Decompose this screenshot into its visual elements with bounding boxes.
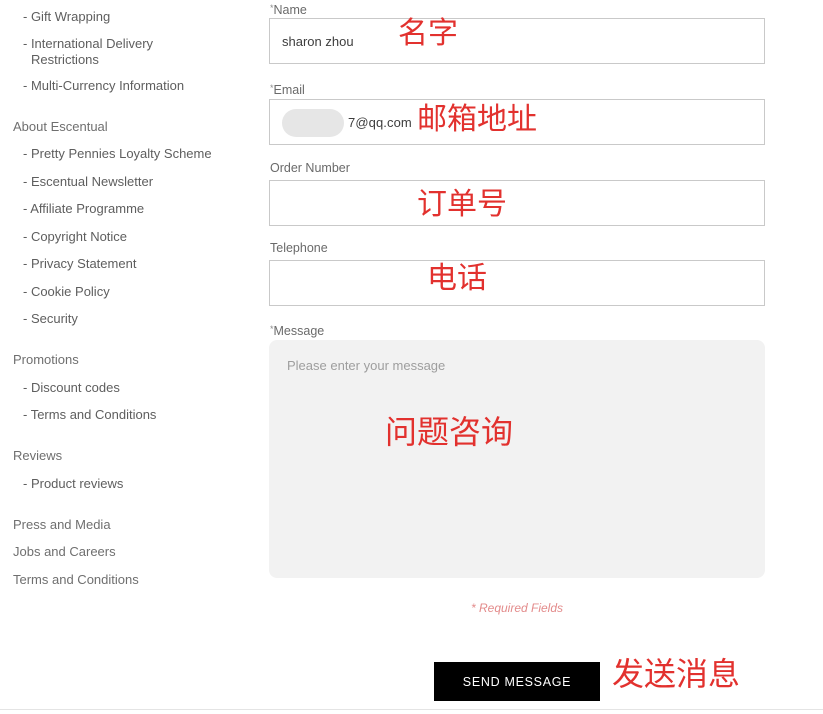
- annotation-send-button: 发送消息: [612, 655, 741, 693]
- field-label-text: Telephone: [270, 241, 328, 255]
- sidebar-heading-about-escentual[interactable]: About Escentual: [0, 119, 262, 135]
- field-label-text: Name: [273, 3, 307, 17]
- telephone-field[interactable]: [269, 260, 765, 306]
- sidebar-item-privacy-statement[interactable]: - Privacy Statement: [0, 256, 262, 272]
- field-label-text: Message: [273, 324, 325, 338]
- name-label: *Name: [270, 1, 307, 17]
- sidebar-item-multi-currency-information[interactable]: - Multi-Currency Information: [0, 78, 262, 94]
- sidebar-heading-press-and-media[interactable]: Press and Media: [0, 517, 262, 533]
- email-redaction-blob: [282, 109, 344, 137]
- sidebar-item-international-delivery-restrictions[interactable]: - International Delivery Restrictions: [0, 36, 262, 68]
- order_number-label: Order Number: [270, 161, 350, 175]
- email-value-text: 7@qq.com: [348, 115, 412, 130]
- telephone-label: Telephone: [270, 241, 328, 255]
- sidebar-item-discount-codes[interactable]: - Discount codes: [0, 380, 262, 396]
- sidebar-item-security[interactable]: - Security: [0, 311, 262, 327]
- sidebar-item-copyright-notice[interactable]: - Copyright Notice: [0, 229, 262, 245]
- sidebar-heading-promotions[interactable]: Promotions: [0, 352, 262, 368]
- send-message-button[interactable]: SEND MESSAGE: [434, 662, 600, 701]
- email-label: *Email: [270, 81, 305, 97]
- order_number-field[interactable]: [269, 180, 765, 226]
- sidebar-heading-jobs-and-careers[interactable]: Jobs and Careers: [0, 544, 262, 560]
- sidebar-heading-reviews[interactable]: Reviews: [0, 448, 262, 464]
- sidebar-item-pretty-pennies-loyalty-scheme[interactable]: - Pretty Pennies Loyalty Scheme: [0, 146, 262, 162]
- field-label-text: Order Number: [270, 161, 350, 175]
- field-label-text: Email: [273, 83, 305, 97]
- sidebar-heading-terms-and-conditions[interactable]: Terms and Conditions: [0, 572, 262, 588]
- contact-us-page: - Gift Wrapping - International Delivery …: [0, 0, 823, 714]
- sidebar-item-product-reviews[interactable]: - Product reviews: [0, 476, 262, 492]
- name-field[interactable]: [269, 18, 765, 64]
- required-fields-note: * Required Fields: [470, 601, 564, 615]
- sidebar-item-escentual-newsletter[interactable]: - Escentual Newsletter: [0, 174, 262, 190]
- email-field[interactable]: 7@qq.com: [269, 99, 765, 145]
- sidebar-item-terms-and-conditions[interactable]: - Terms and Conditions: [0, 407, 262, 423]
- sidebar-item-gift-wrapping[interactable]: - Gift Wrapping: [0, 9, 262, 25]
- sidebar-item-cookie-policy[interactable]: - Cookie Policy: [0, 284, 262, 300]
- message-field[interactable]: [269, 340, 765, 578]
- footer-help-sidebar: - Gift Wrapping - International Delivery …: [0, 0, 262, 714]
- sidebar-item-affiliate-programme[interactable]: - Affiliate Programme: [0, 201, 262, 217]
- message-label: *Message: [270, 322, 324, 338]
- page-bottom-divider: [0, 709, 823, 710]
